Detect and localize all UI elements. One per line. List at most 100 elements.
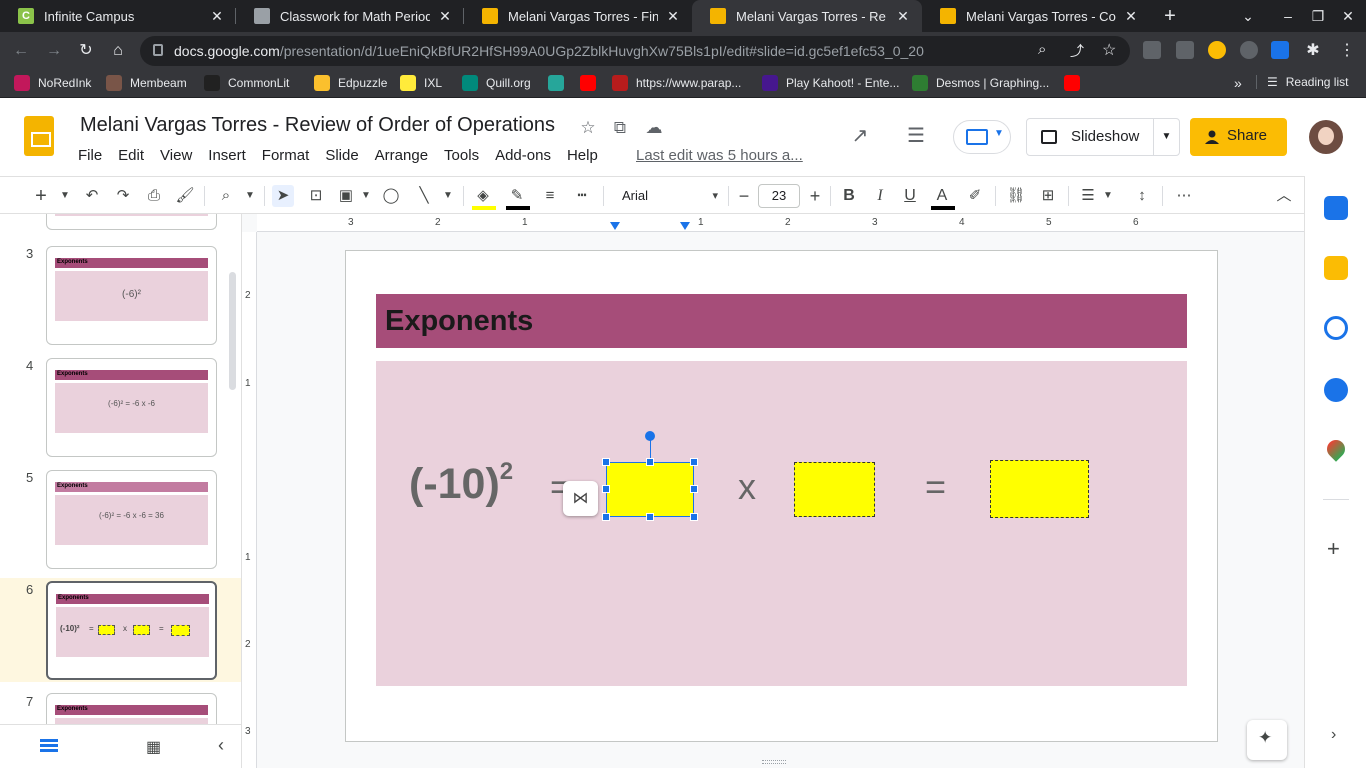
bookmark-quill[interactable]: Quill.org <box>462 75 531 91</box>
close-tab-icon[interactable]: ✕ <box>894 7 912 25</box>
bookmark-youtube[interactable] <box>580 75 604 91</box>
menu-tools[interactable]: Tools <box>436 146 487 166</box>
keep-icon[interactable] <box>1324 256 1348 280</box>
last-edit-link[interactable]: Last edit was 5 hours a... <box>636 147 803 164</box>
zoom-icon[interactable]: ⌕ <box>215 185 237 207</box>
resize-handle[interactable] <box>602 458 610 466</box>
bookmark-edpuzzle[interactable]: Edpuzzle <box>314 75 387 91</box>
kebab-menu-icon[interactable]: ⋮ <box>1336 40 1358 62</box>
image-icon[interactable]: ▣ <box>335 185 357 207</box>
resize-handle[interactable] <box>690 513 698 521</box>
filmstrip-view-icon[interactable] <box>40 739 58 753</box>
get-addons-plus-icon[interactable]: + <box>1327 536 1340 562</box>
extension-icon[interactable] <box>1176 41 1194 59</box>
bookmark-commonlit[interactable]: CommonLit <box>204 75 289 91</box>
star-icon[interactable]: ☆ <box>578 118 598 138</box>
resize-handle[interactable] <box>646 513 654 521</box>
exponent-expression[interactable]: (-10)2 <box>409 458 513 509</box>
bookmark-ixl[interactable]: IXL <box>400 75 442 91</box>
slide-thumbnail[interactable]: Exponents <box>46 693 217 724</box>
right-indent-marker-icon[interactable] <box>680 222 690 230</box>
menu-addons[interactable]: Add-ons <box>487 146 559 166</box>
new-slide-plus-icon[interactable]: + <box>30 185 52 207</box>
menu-file[interactable]: File <box>70 146 110 166</box>
maps-icon[interactable] <box>1323 436 1349 462</box>
rotation-handle[interactable] <box>645 431 655 441</box>
close-window-icon[interactable]: ✕ <box>1338 6 1358 26</box>
border-color-icon[interactable]: ✎ <box>506 185 528 207</box>
slide-thumbnail[interactable]: Exponents (-6)² = -6 x -6 <box>46 358 217 457</box>
home-icon[interactable]: ⌂ <box>107 40 129 62</box>
paint-format-icon[interactable]: 🖌 <box>174 185 196 207</box>
slideshow-button[interactable]: Slideshow ▼ <box>1026 118 1180 156</box>
bookmark-membeam[interactable]: Membeam <box>106 75 187 91</box>
slide-thumbnail-partial[interactable] <box>46 214 217 230</box>
border-weight-icon[interactable]: ≡ <box>539 185 561 207</box>
times-sign[interactable]: x <box>738 466 756 508</box>
more-options-icon[interactable]: ⋯ <box>1173 185 1195 207</box>
browser-tab-active[interactable]: Melani Vargas Torres - Review ✕ <box>692 0 922 32</box>
bold-icon[interactable]: B <box>838 185 860 207</box>
resize-handle[interactable] <box>646 458 654 466</box>
slide-thumbnail[interactable]: Exponents (-6)² = -6 x -6 = 36 <box>46 470 217 569</box>
align-dropdown-icon[interactable]: ▼ <box>1097 185 1119 207</box>
line-spacing-icon[interactable]: ↕ <box>1131 185 1153 207</box>
resize-handle[interactable] <box>602 485 610 493</box>
close-tab-icon[interactable]: ✕ <box>436 7 454 25</box>
new-slide-dropdown-icon[interactable]: ▼ <box>54 185 76 207</box>
line-icon[interactable]: ╲ <box>413 185 435 207</box>
link-icon[interactable]: ⛓ <box>1005 185 1027 207</box>
increase-font-size-icon[interactable]: + <box>804 185 826 207</box>
redo-icon[interactable]: ↷ <box>112 185 134 207</box>
crossed-lines-icon[interactable]: ⋈ <box>563 481 598 516</box>
bookmark-desmos[interactable]: Desmos | Graphing... <box>912 75 1049 91</box>
left-indent-marker-icon[interactable] <box>610 222 620 230</box>
resize-handle[interactable] <box>690 458 698 466</box>
calendar-icon[interactable] <box>1324 196 1348 220</box>
address-bar[interactable]: docs.google.com/presentation/d/1ueEniQkB… <box>140 36 1130 66</box>
line-dropdown-icon[interactable]: ▼ <box>437 185 459 207</box>
add-comment-icon[interactable]: ⊞ <box>1037 185 1059 207</box>
fill-color-icon[interactable]: ◈ <box>472 185 494 207</box>
print-icon[interactable]: ⎙ <box>143 185 165 207</box>
close-tab-icon[interactable]: ✕ <box>664 7 682 25</box>
border-dash-icon[interactable]: ┅ <box>571 185 593 207</box>
close-tab-icon[interactable]: ✕ <box>208 7 226 25</box>
slide-thumbnail[interactable]: Exponents (-6)² <box>46 246 217 345</box>
forward-arrow-icon[interactable]: → <box>43 40 65 62</box>
browser-tab[interactable]: Melani Vargas Torres - Copy o ✕ <box>922 0 1150 32</box>
collapse-toolbar-chevron-icon[interactable]: ︿ <box>1273 185 1295 207</box>
extension-on-icon[interactable] <box>1208 41 1226 59</box>
new-tab-plus-icon[interactable]: + <box>1160 6 1180 26</box>
answer-box-2[interactable] <box>794 462 875 517</box>
decrease-font-size-icon[interactable]: − <box>733 185 755 207</box>
underline-icon[interactable]: U <box>899 185 921 207</box>
close-tab-icon[interactable]: ✕ <box>1122 7 1140 25</box>
browser-tab[interactable]: Melani Vargas Torres - Find th ✕ <box>464 0 692 32</box>
back-arrow-icon[interactable]: ← <box>10 40 32 62</box>
hide-filmstrip-chevron-icon[interactable]: ‹ <box>218 735 224 756</box>
slide-thumbnail-selected[interactable]: Exponents (-10)² = x = <box>46 581 217 680</box>
text-box-icon[interactable]: ⊡ <box>305 185 327 207</box>
select-cursor-icon[interactable]: ➤ <box>272 185 294 207</box>
move-folder-icon[interactable]: ⧉ <box>610 118 630 138</box>
slideshow-dropdown-icon[interactable]: ▼ <box>1153 119 1179 155</box>
zoom-icon[interactable]: ⌕ <box>1038 41 1046 58</box>
puzzle-extensions-icon[interactable]: ✱ <box>1302 40 1324 62</box>
slide-title[interactable]: Exponents <box>385 305 533 338</box>
shape-icon[interactable]: ◯ <box>380 185 402 207</box>
bookmark-parap[interactable]: https://www.parap... <box>612 75 741 91</box>
contacts-icon[interactable] <box>1324 378 1348 402</box>
slides-logo-icon[interactable] <box>24 116 54 156</box>
extension-b-icon[interactable] <box>1271 41 1289 59</box>
resize-handle[interactable] <box>690 485 698 493</box>
menu-edit[interactable]: Edit <box>110 146 152 166</box>
slide-body-background[interactable] <box>376 361 1187 686</box>
activity-trend-icon[interactable]: ↗ <box>850 126 870 146</box>
grid-view-icon[interactable]: ▦ <box>146 737 161 757</box>
bookmark-teal[interactable] <box>548 75 572 91</box>
image-dropdown-icon[interactable]: ▼ <box>355 185 377 207</box>
resize-handle[interactable] <box>602 513 610 521</box>
restore-icon[interactable]: ❐ <box>1308 6 1328 26</box>
tasks-icon[interactable] <box>1324 316 1348 340</box>
